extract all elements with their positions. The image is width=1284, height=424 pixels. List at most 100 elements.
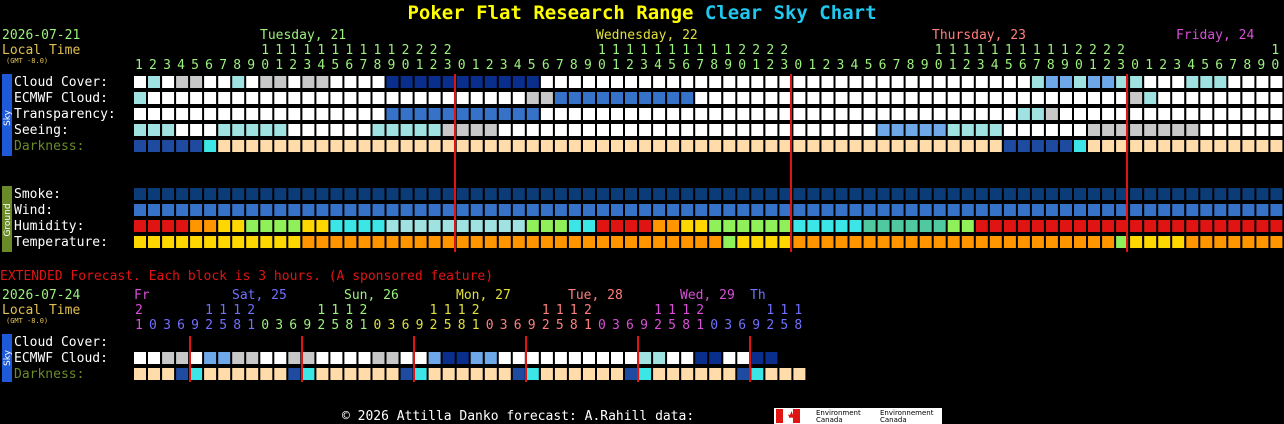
ecmwf-cell	[611, 92, 623, 104]
cloud-cell	[723, 76, 736, 88]
temperature-cell	[246, 236, 259, 248]
darkness-cell	[134, 140, 146, 152]
humidity-cell	[442, 220, 455, 232]
hour-tick-ones: 0	[794, 58, 802, 73]
main-forecast-grid	[134, 76, 1283, 248]
transparency-cell	[134, 108, 146, 120]
seeing-cell	[1130, 124, 1143, 136]
seeing-cell	[933, 124, 946, 136]
wind-cell	[751, 204, 764, 216]
humidity-cell	[723, 220, 736, 232]
ecmwf-cell	[526, 92, 539, 104]
cloud-cell	[821, 76, 834, 88]
hour-tick-tens: 1	[360, 43, 368, 58]
hour-tick-ones: 4	[991, 58, 999, 73]
extended-hour-tick-tens: 2	[472, 303, 480, 318]
humidity-cell	[358, 220, 371, 232]
seeing-cell	[1003, 124, 1016, 136]
environment-canada-logo[interactable]: Environment Canada Environnement Canada	[774, 408, 942, 424]
extended-hour-tick-ones: 3	[612, 318, 620, 333]
temperature-cell	[526, 236, 539, 248]
hour-tick-ones: 8	[907, 58, 915, 73]
hour-tick-ones: 7	[1229, 58, 1237, 73]
cloud-cell	[891, 76, 904, 88]
cloud-cell	[1158, 76, 1171, 88]
transparency-cell	[484, 108, 497, 120]
cloud-cell	[765, 76, 778, 88]
ecmwf-cell	[821, 92, 834, 104]
row-label-smoke: Smoke:	[14, 187, 61, 202]
cloud-cell	[1256, 76, 1269, 88]
extended-day-label: Sun, 26	[344, 288, 399, 303]
temperature-cell	[807, 236, 820, 248]
smoke-cell	[849, 188, 862, 200]
seeing-cell	[653, 124, 666, 136]
ecmwf-cell	[316, 92, 329, 104]
ecmwf-cell	[863, 92, 876, 104]
smoke-cell	[1074, 188, 1086, 200]
extended-darkness-cell	[176, 368, 189, 380]
hour-tick-ones: 1	[808, 58, 816, 73]
darkness-cell	[456, 140, 469, 152]
seeing-cell	[583, 124, 595, 136]
extended-cloud-cell	[484, 352, 497, 364]
ecmwf-cell	[134, 92, 146, 104]
wind-cell	[246, 204, 259, 216]
extended-hour-tick-ones: 1	[696, 318, 704, 333]
extended-hour-tick-ones: 0	[149, 318, 157, 333]
darkness-cell	[302, 140, 315, 152]
temperature-cell	[751, 236, 764, 248]
row-label-ecmwf-cloud: ECMWF Cloud:	[14, 91, 108, 106]
smoke-cell	[793, 188, 806, 200]
temperature-cell	[1228, 236, 1241, 248]
extended-darkness-cell	[386, 368, 399, 380]
darkness-cell	[568, 140, 581, 152]
extended-hour-tick-tens: 1	[682, 303, 690, 318]
seeing-cell	[723, 124, 736, 136]
cloud-cell	[1200, 76, 1213, 88]
seeing-cell	[526, 124, 539, 136]
humidity-cell	[667, 220, 680, 232]
wind-cell	[723, 204, 736, 216]
cloud-cell	[597, 76, 609, 88]
humidity-cell	[344, 220, 357, 232]
seeing-cell	[709, 124, 722, 136]
seeing-cell	[302, 124, 315, 136]
smoke-cell	[1017, 188, 1030, 200]
wind-cell	[793, 204, 806, 216]
wind-cell	[681, 204, 694, 216]
extended-hour-tick-ones: 9	[640, 318, 648, 333]
temperature-cell	[821, 236, 834, 248]
hour-tick-tens: 1	[949, 43, 957, 58]
cloud-cell	[1031, 76, 1044, 88]
darkness-cell	[470, 140, 483, 152]
cloud-cell	[583, 76, 595, 88]
humidity-cell	[947, 220, 960, 232]
darkness-cell	[218, 140, 231, 152]
hour-tick-ones: 2	[823, 58, 831, 73]
smoke-cell	[1270, 188, 1283, 200]
wind-cell	[849, 204, 862, 216]
smoke-cell	[597, 188, 609, 200]
cloud-cell	[386, 76, 399, 88]
extended-darkness-cell	[470, 368, 483, 380]
extended-cloud-cell	[344, 352, 357, 364]
ecmwf-cell	[330, 92, 343, 104]
temperature-cell	[891, 236, 904, 248]
hour-tick-ones: 3	[163, 58, 171, 73]
extended-hour-tick-ones: 3	[500, 318, 508, 333]
transparency-cell	[540, 108, 553, 120]
temperature-cell	[1088, 236, 1100, 248]
darkness-cell	[877, 140, 890, 152]
seeing-cell	[1102, 124, 1115, 136]
wind-cell	[1270, 204, 1283, 216]
footer-credits: © 2026 Attilla Danko forecast: A.Rahill …	[342, 409, 694, 424]
smoke-cell	[667, 188, 680, 200]
cloud-cell	[218, 76, 231, 88]
cloud-cell	[737, 76, 750, 88]
darkness-cell	[1158, 140, 1171, 152]
transparency-cell	[737, 108, 750, 120]
cloud-cell	[260, 76, 273, 88]
temperature-cell	[625, 236, 637, 248]
extended-cloud-cell	[246, 352, 259, 364]
